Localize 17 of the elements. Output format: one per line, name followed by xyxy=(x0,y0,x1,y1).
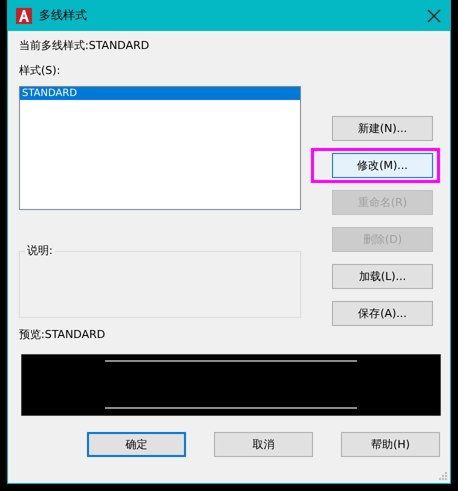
list-item[interactable]: STANDARD xyxy=(20,87,300,100)
description-label: 说明: xyxy=(25,244,55,258)
preview-label: 预览:STANDARD xyxy=(19,328,106,342)
app-logo-icon xyxy=(16,8,32,24)
close-icon[interactable] xyxy=(427,8,441,22)
dialog-button[interactable]: 取消 xyxy=(214,432,313,457)
current-style-label: 当前多线样式:STANDARD xyxy=(19,39,150,53)
dialog-button[interactable]: 确定 xyxy=(87,432,186,457)
styles-list[interactable]: STANDARD xyxy=(19,86,301,210)
side-button[interactable]: 修改(M)... xyxy=(332,153,433,178)
dialog-button[interactable]: 帮助(H) xyxy=(341,432,440,457)
styles-label: 样式(S): xyxy=(19,64,62,78)
side-button[interactable]: 保存(A)... xyxy=(332,301,433,326)
resize-grip-icon[interactable] xyxy=(439,472,448,481)
side-button[interactable]: 加载(L)... xyxy=(332,264,433,289)
side-button[interactable]: 新建(N)... xyxy=(332,116,433,141)
window-title: 多线样式 xyxy=(39,7,88,24)
